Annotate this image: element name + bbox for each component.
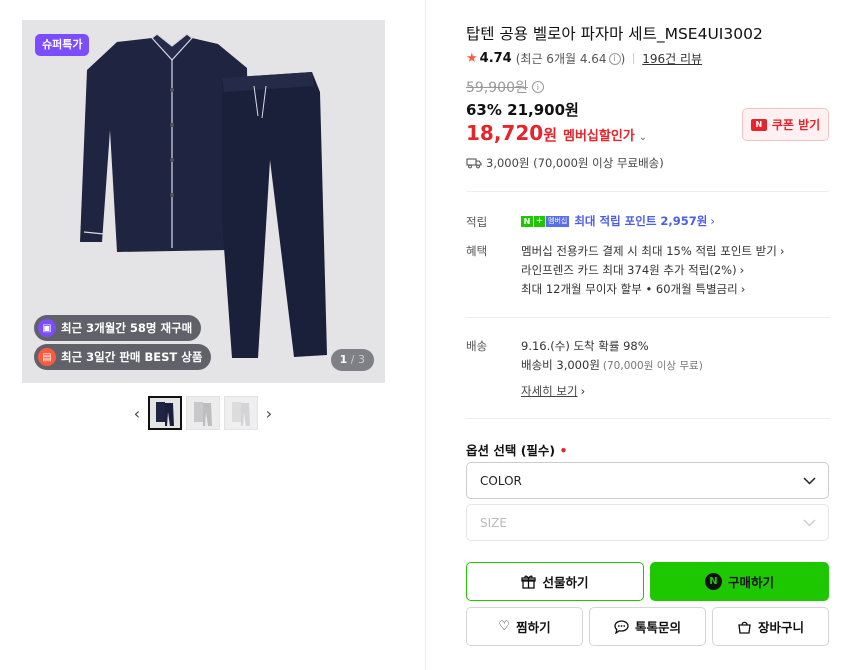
shopping-bag-icon [738,621,751,634]
coupon-label: 쿠폰 받기 [771,118,821,132]
naver-pay-icon: N [704,573,722,590]
delivery-details-link[interactable]: 자세히 보기 › [521,383,585,399]
benefit-label: 혜택 [466,244,488,258]
thumbnail-strip: ‹ › [128,396,278,430]
product-main-image[interactable]: 슈퍼특가 ▣ 최근 3개월간 58명 재구매 ▤ 최근 3일간 판매 BEST … [22,20,385,383]
repurchase-badge: ▣ 최근 3개월간 58명 재구매 [34,315,202,341]
best-seller-badge: ▤ 최근 3일간 판매 BEST 상품 [34,344,212,370]
bag-icon: ▣ [38,319,56,337]
chevron-right-icon: › [779,244,785,258]
color-select-label: COLOR [480,473,522,488]
gallery-panel: 슈퍼특가 ▣ 최근 3개월간 58명 재구매 ▤ 최근 3일간 판매 BEST … [0,0,425,670]
rating-score: 4.74 [479,51,512,66]
divider [466,191,829,192]
delivery-fee-note: (70,000원 이상 무료) [602,359,703,372]
divider [466,418,829,419]
size-select-label: SIZE [480,515,507,530]
member-price: 18,720 [466,121,544,145]
product-title: 탑텐 공용 벨로아 파자마 세트_MSE4UI3002 [466,25,763,43]
color-select[interactable]: COLOR [466,462,829,499]
size-select[interactable]: SIZE [466,504,829,541]
chevron-down-icon [803,518,816,527]
panel-divider [425,0,426,670]
original-price: 59,900원 [466,80,528,96]
info-icon[interactable]: i [608,52,621,65]
next-image-arrow-icon[interactable]: › [260,396,278,430]
member-price-unit: 원 [543,126,557,144]
coupon-button[interactable]: N 쿠폰 받기 [742,108,829,141]
points-row[interactable]: N + 멤버십 최대 적립 포인트 2,957원 › [521,213,715,229]
truck-icon [466,158,482,169]
super-deal-badge: 슈퍼특가 [35,34,90,56]
star-icon: ★ [466,51,478,66]
shipping-row: 3,000원 (70,000원 이상 무료배송) [466,155,664,171]
chevron-right-icon: › [580,384,586,398]
best-seller-text: 최근 3일간 판매 BEST 상품 [61,350,203,364]
gift-icon [521,575,537,589]
discount-row: 63% 21,900원 [466,99,579,120]
repurchase-text: 최근 3개월간 58명 재구매 [61,321,193,335]
rating-row: ★ 4.74 (최근 6개월 4.64 i) 196건 리뷰 [466,50,703,67]
benefit-line-1[interactable]: 멤버십 전용카드 결제 시 최대 15% 적립 포인트 받기 › [521,243,784,259]
discount-rate: 63% [466,101,502,119]
delivery-label: 배송 [466,339,488,353]
chat-bubble-icon [614,619,629,634]
talk-inquiry-button[interactable]: 톡톡문의 [589,607,706,646]
original-price-row: 59,900원 i [466,77,544,97]
member-price-label: 멤버십할인가 [563,129,635,144]
coupon-icon: N [750,118,767,131]
member-price-row[interactable]: 18,720 원 멤버십할인가 ⌄ [466,121,647,145]
prev-image-arrow-icon[interactable]: ‹ [128,396,146,430]
thumbnail-3[interactable] [224,396,258,430]
gift-button[interactable]: 선물하기 [466,562,644,601]
chevron-down-icon: ⌄ [638,132,648,143]
wishlist-button[interactable]: ♡ 찜하기 [466,607,583,646]
chevron-down-icon [803,476,816,485]
gift-icon: ▤ [38,348,56,366]
price-info-icon[interactable]: i [531,81,544,93]
chevron-right-icon: › [710,214,715,228]
shipping-text: 3,000원 (70,000원 이상 무료배송) [486,156,664,170]
recent-rating: (최근 6개월 4.64 [515,52,607,66]
benefit-line-3[interactable]: 최대 12개월 무이자 할부 • 60개월 특별금리 › [521,281,745,297]
delivery-fee: 배송비 3,000원 [521,358,600,372]
cart-button[interactable]: 장바구니 [712,607,829,646]
option-title: 옵션 선택 (필수) • [466,443,568,458]
image-pager: 1 / 3 [330,349,374,371]
chevron-right-icon: › [739,263,745,277]
divider [466,317,829,318]
max-points: 최대 적립 포인트 2,957원 [574,214,708,228]
sale-price: 21,900원 [507,101,579,119]
chevron-right-icon: › [740,282,746,296]
required-mark: • [559,443,568,458]
thumbnail-2[interactable] [186,396,220,430]
delivery-fee-row: 배송비 3,000원 (70,000원 이상 무료) [521,357,703,373]
benefit-line-2[interactable]: 라인프렌즈 카드 최대 374원 추가 적립(2%) › [521,262,744,278]
review-count-link[interactable]: 196건 리뷰 [642,50,702,67]
buy-button[interactable]: N 구매하기 [650,562,829,601]
thumbnail-1[interactable] [148,396,182,430]
delivery-arrival: 9.16.(수) 도착 확률 98% [521,339,649,353]
separator [633,53,635,64]
heart-icon: ♡ [498,619,511,634]
npay-membership-icon: N + 멤버십 [521,215,570,227]
points-label: 적립 [466,215,488,229]
